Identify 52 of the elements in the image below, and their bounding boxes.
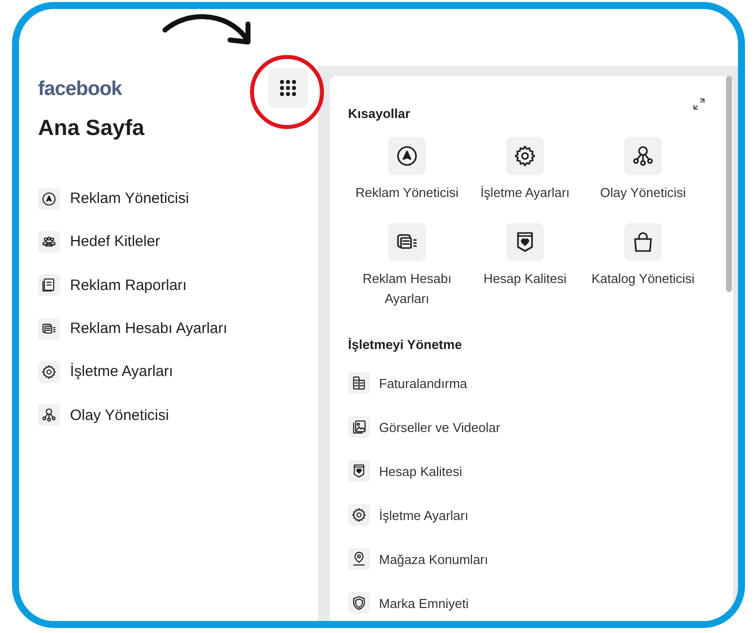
shortcut-item[interactable]: Reklam Hesabı Ayarları (348, 223, 466, 309)
menu-item[interactable]: Faturalandırma (348, 361, 715, 405)
menu-label: İşletme Ayarları (379, 508, 468, 522)
nav-item[interactable]: Reklam Yöneticisi (38, 177, 308, 220)
location-pin-icon (351, 551, 367, 567)
billing-icon (351, 375, 367, 391)
navigation-icon (395, 144, 419, 168)
menu-item[interactable]: İşletme Ayarları (348, 493, 715, 537)
nav-item[interactable]: Olay Yöneticisi (38, 393, 308, 437)
grid-icon (279, 79, 297, 97)
nav-label: Olay Yöneticisi (70, 406, 169, 424)
navigation-icon (41, 190, 57, 207)
images-icon (351, 419, 367, 435)
expand-icon[interactable] (693, 98, 705, 110)
nav-label: Reklam Raporları (70, 276, 187, 294)
shield-icon (351, 595, 367, 611)
menu-label: Görseller ve Videolar (379, 420, 500, 434)
menu-item[interactable]: Mağaza Konumları (348, 537, 715, 581)
shortcut-item[interactable]: Olay Yöneticisi (584, 137, 702, 203)
scrollbar[interactable] (726, 76, 732, 292)
menu-item[interactable]: Görseller ve Videolar (348, 405, 715, 449)
shopping-bag-icon (631, 230, 655, 254)
menu-label: Mağaza Konumları (379, 552, 488, 566)
nav-item[interactable]: Reklam Raporları (38, 264, 308, 307)
report-icon (41, 277, 57, 294)
nodes-icon (631, 144, 655, 168)
menu-label: Faturalandırma (379, 376, 468, 390)
menu-label: Marka Emniyeti (379, 596, 469, 610)
nav-label: Reklam Hesabı Ayarları (70, 320, 228, 338)
facebook-logo: facebook (38, 79, 124, 99)
nav-item[interactable]: Reklam Hesabı Ayarları (38, 306, 308, 350)
shortcut-item[interactable]: Reklam Yöneticisi (348, 137, 466, 203)
menu-item[interactable]: Marka Emniyeti (348, 581, 715, 621)
page-title: Ana Sayfa (38, 115, 144, 141)
gear-icon (41, 364, 57, 380)
section-title: Kısayollar (348, 106, 412, 122)
section-title: İşletmeyi Yönetme (348, 337, 463, 353)
nav-item[interactable]: İşletme Ayarları (38, 350, 308, 394)
nodes-icon (41, 407, 57, 424)
shortcut-item[interactable]: Hesap Kalitesi (466, 223, 584, 309)
nav-label: Reklam Yöneticisi (70, 190, 189, 208)
shortcut-item[interactable]: Katalog Yöneticisi (584, 223, 702, 309)
menu-item[interactable]: Hesap Kalitesi (348, 449, 715, 493)
nav-label: İşletme Ayarları (70, 363, 174, 380)
shield-heart-icon (351, 463, 367, 479)
apps-menu-button[interactable] (268, 68, 308, 108)
menu-label: Hesap Kalitesi (379, 464, 462, 478)
gear-icon (513, 144, 537, 168)
shortcut-item[interactable]: İşletme Ayarları (466, 137, 584, 203)
nav-label: Hedef Kitleler (70, 233, 160, 250)
gear-icon (351, 507, 367, 523)
nav-item[interactable]: Hedef Kitleler (38, 220, 308, 264)
